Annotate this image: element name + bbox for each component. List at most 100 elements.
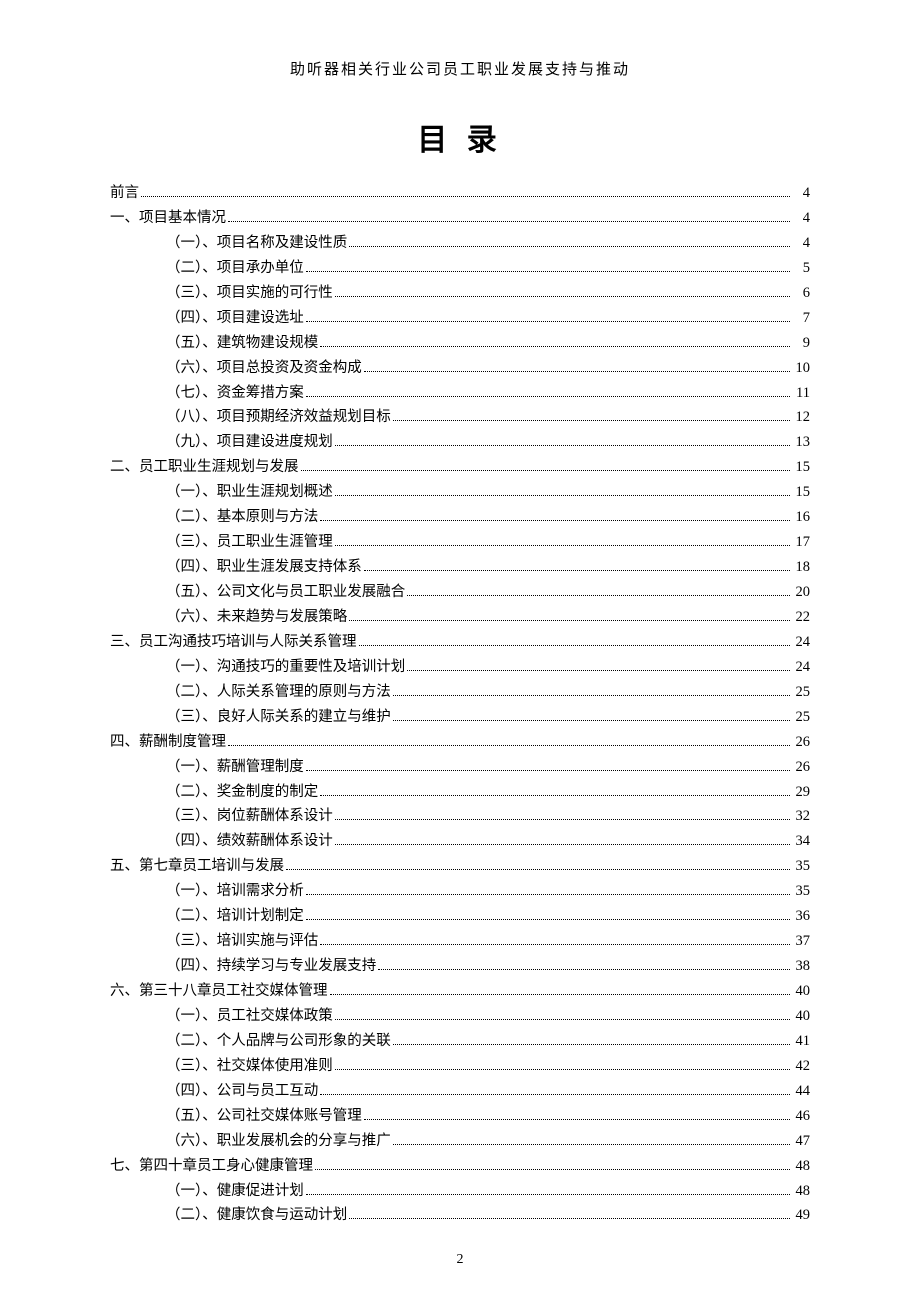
toc-entry-page: 4 xyxy=(792,206,810,231)
toc-leader-dots xyxy=(306,1183,790,1194)
toc-entry-label: 六、第三十八章员工社交媒体管理 xyxy=(110,979,328,1004)
toc-entry-label: （二）、基本原则与方法 xyxy=(166,505,318,530)
toc-entry: （五）、公司文化与员工职业发展融合 20 xyxy=(110,580,810,605)
toc-entry-label: 三、员工沟通技巧培训与人际关系管理 xyxy=(110,630,357,655)
toc-entry-page: 17 xyxy=(792,530,810,555)
toc-entry-label: （六）、职业发展机会的分享与推广 xyxy=(166,1129,391,1154)
toc-entry: （二）、人际关系管理的原则与方法25 xyxy=(110,680,810,705)
toc-leader-dots xyxy=(315,1158,790,1169)
toc-entry-label: 七、第四十章员工身心健康管理 xyxy=(110,1154,313,1179)
toc-entry-page: 48 xyxy=(792,1154,810,1179)
toc-entry-page: 26 xyxy=(792,730,810,755)
toc-leader-dots xyxy=(393,710,790,721)
toc-entry-label: （三）、培训实施与评估 xyxy=(166,929,318,954)
toc-entry-page: 13 xyxy=(792,430,810,455)
toc-leader-dots xyxy=(335,435,790,446)
toc-entry-label: （一）、薪酬管理制度 xyxy=(166,755,304,780)
toc-leader-dots xyxy=(407,660,790,671)
toc-entry-label: （五）、公司文化与员工职业发展融合 xyxy=(166,580,405,605)
toc-entry: 五、第七章员工培训与发展35 xyxy=(110,854,810,879)
toc-leader-dots xyxy=(306,759,790,770)
toc-entry-page: 20 xyxy=(792,580,810,605)
toc-entry-page: 5 xyxy=(792,256,810,281)
toc-entry-page: 41 xyxy=(792,1029,810,1054)
toc-leader-dots xyxy=(393,1034,790,1045)
toc-entry-page: 32 xyxy=(792,804,810,829)
toc-entry-page: 40 xyxy=(792,979,810,1004)
toc-leader-dots xyxy=(320,335,790,346)
toc-entry-label: （二）、培训计划制定 xyxy=(166,904,304,929)
toc-entry-label: （七）、资金筹措方案 xyxy=(166,381,304,406)
toc-entry-label: （三）、项目实施的可行性 xyxy=(166,281,333,306)
toc-entry-page: 11 xyxy=(792,381,810,406)
toc-leader-dots xyxy=(335,834,790,845)
toc-entry: （三）、培训实施与评估37 xyxy=(110,929,810,954)
toc-entry: （二）、奖金制度的制定29 xyxy=(110,780,810,805)
toc-entry: （五）、公司社交媒体账号管理 46 xyxy=(110,1104,810,1129)
toc-entry: （五）、建筑物建设规模9 xyxy=(110,331,810,356)
toc-entry-page: 16 xyxy=(792,505,810,530)
toc-entry: （四）、公司与员工互动44 xyxy=(110,1079,810,1104)
toc-entry: （一）、员工社交媒体政策40 xyxy=(110,1004,810,1029)
toc-leader-dots xyxy=(393,410,790,421)
toc-entry: （一）、沟通技巧的重要性及培训计划 24 xyxy=(110,655,810,680)
toc-leader-dots xyxy=(320,1084,790,1095)
toc-entry: 六、第三十八章员工社交媒体管理 40 xyxy=(110,979,810,1004)
toc-leader-dots xyxy=(364,560,790,571)
toc-entry-page: 15 xyxy=(792,455,810,480)
toc-leader-dots xyxy=(335,809,790,820)
toc-entry: （二）、基本原则与方法 16 xyxy=(110,505,810,530)
toc-leader-dots xyxy=(335,1009,790,1020)
toc-leader-dots xyxy=(349,610,790,621)
toc-entry: （六）、项目总投资及资金构成10 xyxy=(110,356,810,381)
toc-entry: （二）、健康饮食与运动计划 49 xyxy=(110,1203,810,1228)
toc-entry: （四）、职业生涯发展支持体系18 xyxy=(110,555,810,580)
toc-entry-page: 18 xyxy=(792,555,810,580)
toc-entry-page: 15 xyxy=(792,480,810,505)
toc-entry-label: （二）、健康饮食与运动计划 xyxy=(166,1203,347,1228)
toc-entry-label: （二）、人际关系管理的原则与方法 xyxy=(166,680,391,705)
toc-entry: （二）、个人品牌与公司形象的关联 41 xyxy=(110,1029,810,1054)
toc-entry: （一）、培训需求分析 35 xyxy=(110,879,810,904)
toc-entry-page: 7 xyxy=(792,306,810,331)
toc-leader-dots xyxy=(306,884,790,895)
toc-entry: （七）、资金筹措方案 11 xyxy=(110,381,810,406)
toc-entry-page: 34 xyxy=(792,829,810,854)
toc-entry-label: （二）、个人品牌与公司形象的关联 xyxy=(166,1029,391,1054)
toc-entry-label: （八）、项目预期经济效益规划目标 xyxy=(166,405,391,430)
page-number-footer: 2 xyxy=(0,1252,920,1268)
toc-entry-page: 12 xyxy=(792,405,810,430)
toc-entry-page: 24 xyxy=(792,655,810,680)
toc-entry-label: （一）、沟通技巧的重要性及培训计划 xyxy=(166,655,405,680)
toc-entry-page: 4 xyxy=(792,231,810,256)
toc-leader-dots xyxy=(407,585,790,596)
toc-leader-dots xyxy=(364,360,790,371)
toc-entry-label: （一）、培训需求分析 xyxy=(166,879,304,904)
table-of-contents: 前言4一、项目基本情况4（一）、项目名称及建设性质4（二）、项目承办单位5（三）… xyxy=(110,181,810,1228)
toc-entry-page: 36 xyxy=(792,904,810,929)
toc-entry: （三）、社交媒体使用准则42 xyxy=(110,1054,810,1079)
toc-entry: （三）、员工职业生涯管理17 xyxy=(110,530,810,555)
toc-leader-dots xyxy=(320,510,790,521)
toc-entry-page: 6 xyxy=(792,281,810,306)
toc-entry: （八）、项目预期经济效益规划目标 12 xyxy=(110,405,810,430)
toc-leader-dots xyxy=(306,311,790,322)
toc-entry-page: 38 xyxy=(792,954,810,979)
toc-entry-page: 49 xyxy=(792,1203,810,1228)
toc-leader-dots xyxy=(306,385,790,396)
toc-entry-label: （二）、奖金制度的制定 xyxy=(166,780,318,805)
toc-entry: 一、项目基本情况4 xyxy=(110,206,810,231)
toc-leader-dots xyxy=(364,1109,790,1120)
toc-entry-page: 35 xyxy=(792,879,810,904)
toc-entry-label: （三）、社交媒体使用准则 xyxy=(166,1054,333,1079)
toc-entry: 三、员工沟通技巧培训与人际关系管理24 xyxy=(110,630,810,655)
toc-entry-label: （五）、公司社交媒体账号管理 xyxy=(166,1104,362,1129)
toc-entry: （一）、职业生涯规划概述15 xyxy=(110,480,810,505)
toc-entry-page: 10 xyxy=(792,356,810,381)
toc-entry: （六）、未来趋势与发展策略22 xyxy=(110,605,810,630)
toc-entry-page: 46 xyxy=(792,1104,810,1129)
toc-entry-label: （四）、项目建设选址 xyxy=(166,306,304,331)
toc-entry: （三）、项目实施的可行性 6 xyxy=(110,281,810,306)
toc-leader-dots xyxy=(301,460,791,471)
toc-entry-label: （二）、项目承办单位 xyxy=(166,256,304,281)
